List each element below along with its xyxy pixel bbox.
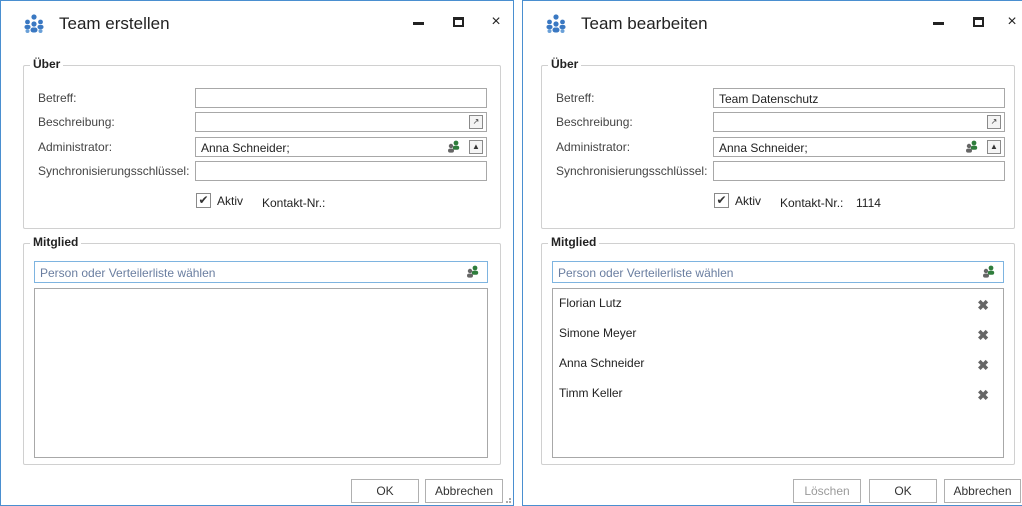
- remove-x-icon[interactable]: ✖: [977, 357, 989, 374]
- description-input[interactable]: ↗: [195, 112, 487, 132]
- resize-grip-icon[interactable]: [503, 495, 511, 503]
- member-name: Anna Schneider: [559, 356, 645, 370]
- list-item[interactable]: Florian Lutz ✖: [553, 289, 1003, 319]
- description-label: Beschreibung:: [38, 115, 115, 129]
- minimize-icon: [932, 22, 944, 26]
- sync-key-input[interactable]: [195, 161, 487, 181]
- member-name: Simone Meyer: [559, 326, 637, 340]
- list-item[interactable]: Simone Meyer ✖: [553, 319, 1003, 349]
- member-list[interactable]: Florian Lutz ✖ Simone Meyer ✖ Anna Schne…: [552, 288, 1004, 458]
- member-name: Florian Lutz: [559, 296, 622, 310]
- administrator-label: Administrator:: [38, 140, 113, 154]
- about-group-title: Über: [30, 57, 64, 71]
- active-checkbox[interactable]: ✔: [714, 193, 729, 208]
- contact-number-label: Kontakt-Nr.:: [780, 196, 844, 210]
- create-team-window: Team erstellen × Über Betreff: Beschreib…: [0, 0, 514, 506]
- subject-label: Betreff:: [556, 91, 595, 105]
- cancel-button[interactable]: Abbrechen: [944, 479, 1021, 503]
- maximize-icon: [972, 16, 984, 27]
- member-name: Timm Keller: [559, 386, 623, 400]
- administrator-value: Anna Schneider;: [201, 141, 290, 155]
- maximize-button[interactable]: [967, 11, 989, 33]
- list-item[interactable]: Anna Schneider ✖: [553, 349, 1003, 379]
- member-list[interactable]: [34, 288, 488, 458]
- close-button[interactable]: ×: [485, 11, 507, 33]
- title-bar[interactable]: Team bearbeiten ×: [523, 1, 1022, 47]
- active-checkbox[interactable]: ✔: [196, 193, 211, 208]
- team-people-icon: [24, 14, 44, 33]
- open-external-icon[interactable]: ↗: [469, 115, 483, 129]
- cancel-button[interactable]: Abbrechen: [425, 479, 503, 503]
- member-search-placeholder: Person oder Verteilerliste wählen: [40, 266, 216, 280]
- minimize-button[interactable]: [927, 11, 949, 33]
- sync-key-label: Synchronisierungsschlüssel:: [556, 164, 708, 178]
- member-search-placeholder: Person oder Verteilerliste wählen: [558, 266, 734, 280]
- remove-x-icon[interactable]: ✖: [977, 387, 989, 404]
- subject-value: Team Datenschutz: [719, 92, 819, 106]
- description-input[interactable]: ↗: [713, 112, 1005, 132]
- administrator-input[interactable]: Anna Schneider; ▲: [713, 137, 1005, 157]
- subject-label: Betreff:: [38, 91, 77, 105]
- minimize-button[interactable]: [407, 11, 429, 33]
- triangle-up-icon[interactable]: ▲: [987, 140, 1001, 154]
- sync-key-label: Synchronisierungsschlüssel:: [38, 164, 190, 178]
- people-picker-icon[interactable]: [981, 265, 997, 279]
- remove-x-icon[interactable]: ✖: [977, 327, 989, 344]
- administrator-input[interactable]: Anna Schneider; ▲: [195, 137, 487, 157]
- about-group-title: Über: [548, 57, 582, 71]
- list-item[interactable]: Timm Keller ✖: [553, 379, 1003, 409]
- member-search-input[interactable]: Person oder Verteilerliste wählen: [552, 261, 1004, 283]
- window-title: Team bearbeiten: [581, 14, 708, 33]
- subject-input[interactable]: [195, 88, 487, 108]
- checkmark-icon: ✔: [198, 193, 209, 207]
- administrator-value: Anna Schneider;: [719, 141, 808, 155]
- members-group-title: Mitglied: [30, 235, 82, 249]
- active-label: Aktiv: [217, 194, 244, 208]
- contact-number-label: Kontakt-Nr.:: [262, 196, 326, 210]
- active-label: Aktiv: [735, 194, 762, 208]
- about-group: Über Betreff: Beschreibung: ↗ Administra…: [23, 57, 501, 229]
- close-button[interactable]: ×: [1001, 11, 1022, 33]
- remove-x-icon[interactable]: ✖: [977, 297, 989, 314]
- about-group: Über Betreff: Team Datenschutz Beschreib…: [541, 57, 1015, 229]
- people-picker-icon[interactable]: [446, 140, 462, 154]
- title-bar[interactable]: Team erstellen ×: [1, 1, 513, 47]
- members-group: Mitglied Person oder Verteilerliste wähl…: [23, 235, 501, 465]
- minimize-icon: [412, 22, 424, 26]
- maximize-icon: [452, 16, 464, 27]
- members-group-title: Mitglied: [548, 235, 600, 249]
- delete-button[interactable]: Löschen: [793, 479, 861, 503]
- member-search-input[interactable]: Person oder Verteilerliste wählen: [34, 261, 488, 283]
- window-title: Team erstellen: [59, 14, 170, 33]
- administrator-label: Administrator:: [556, 140, 631, 154]
- sync-key-input[interactable]: [713, 161, 1005, 181]
- ok-button[interactable]: OK: [869, 479, 937, 503]
- description-label: Beschreibung:: [556, 115, 633, 129]
- people-picker-icon[interactable]: [964, 140, 980, 154]
- contact-number-value: 1114: [856, 196, 881, 210]
- members-group: Mitglied Person oder Verteilerliste wähl…: [541, 235, 1015, 465]
- edit-team-window: Team bearbeiten × Über Betreff: Team Dat…: [522, 0, 1022, 506]
- subject-input[interactable]: Team Datenschutz: [713, 88, 1005, 108]
- people-picker-icon[interactable]: [465, 265, 481, 279]
- maximize-button[interactable]: [447, 11, 469, 33]
- triangle-up-icon[interactable]: ▲: [469, 140, 483, 154]
- open-external-icon[interactable]: ↗: [987, 115, 1001, 129]
- team-people-icon: [546, 14, 566, 33]
- ok-button[interactable]: OK: [351, 479, 419, 503]
- checkmark-icon: ✔: [716, 193, 727, 207]
